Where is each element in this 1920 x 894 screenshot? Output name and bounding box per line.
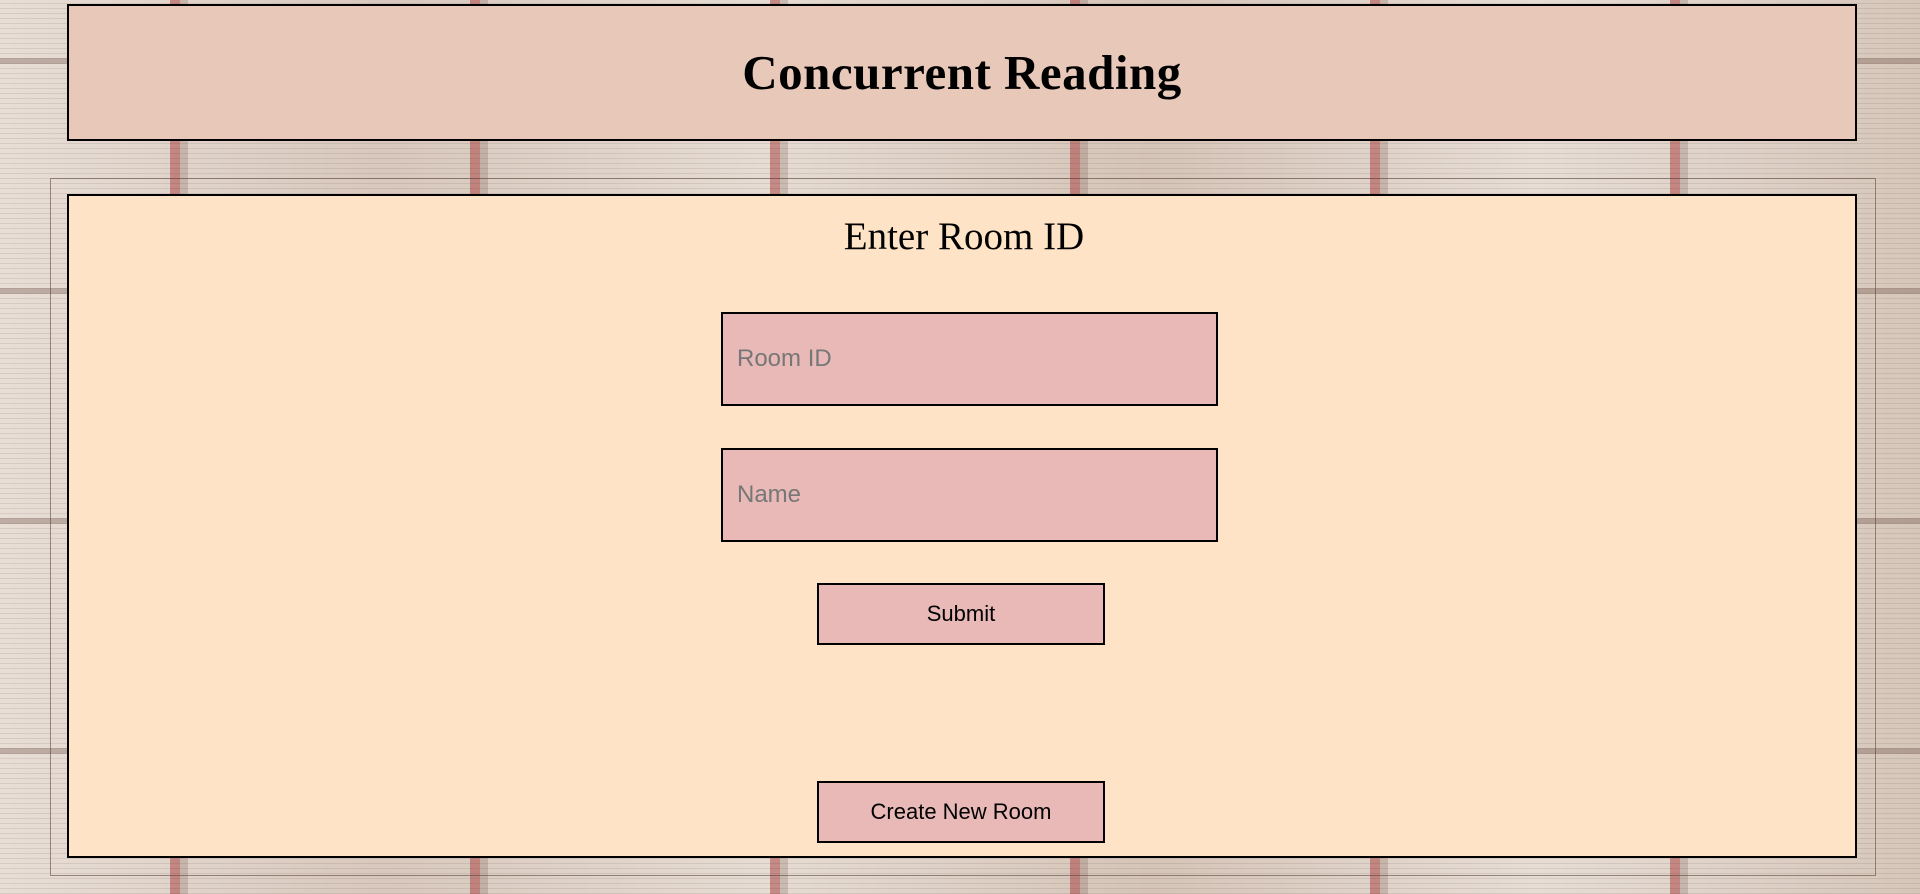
app-title: Concurrent Reading (742, 45, 1182, 100)
room-id-input[interactable] (721, 312, 1218, 406)
page-header: Concurrent Reading (67, 4, 1857, 141)
create-new-room-button[interactable]: Create New Room (817, 781, 1105, 843)
submit-button[interactable]: Submit (817, 583, 1105, 645)
join-room-panel: Enter Room ID Submit Create New Room (67, 194, 1857, 858)
join-room-heading: Enter Room ID (843, 215, 1085, 258)
name-input[interactable] (721, 448, 1218, 542)
